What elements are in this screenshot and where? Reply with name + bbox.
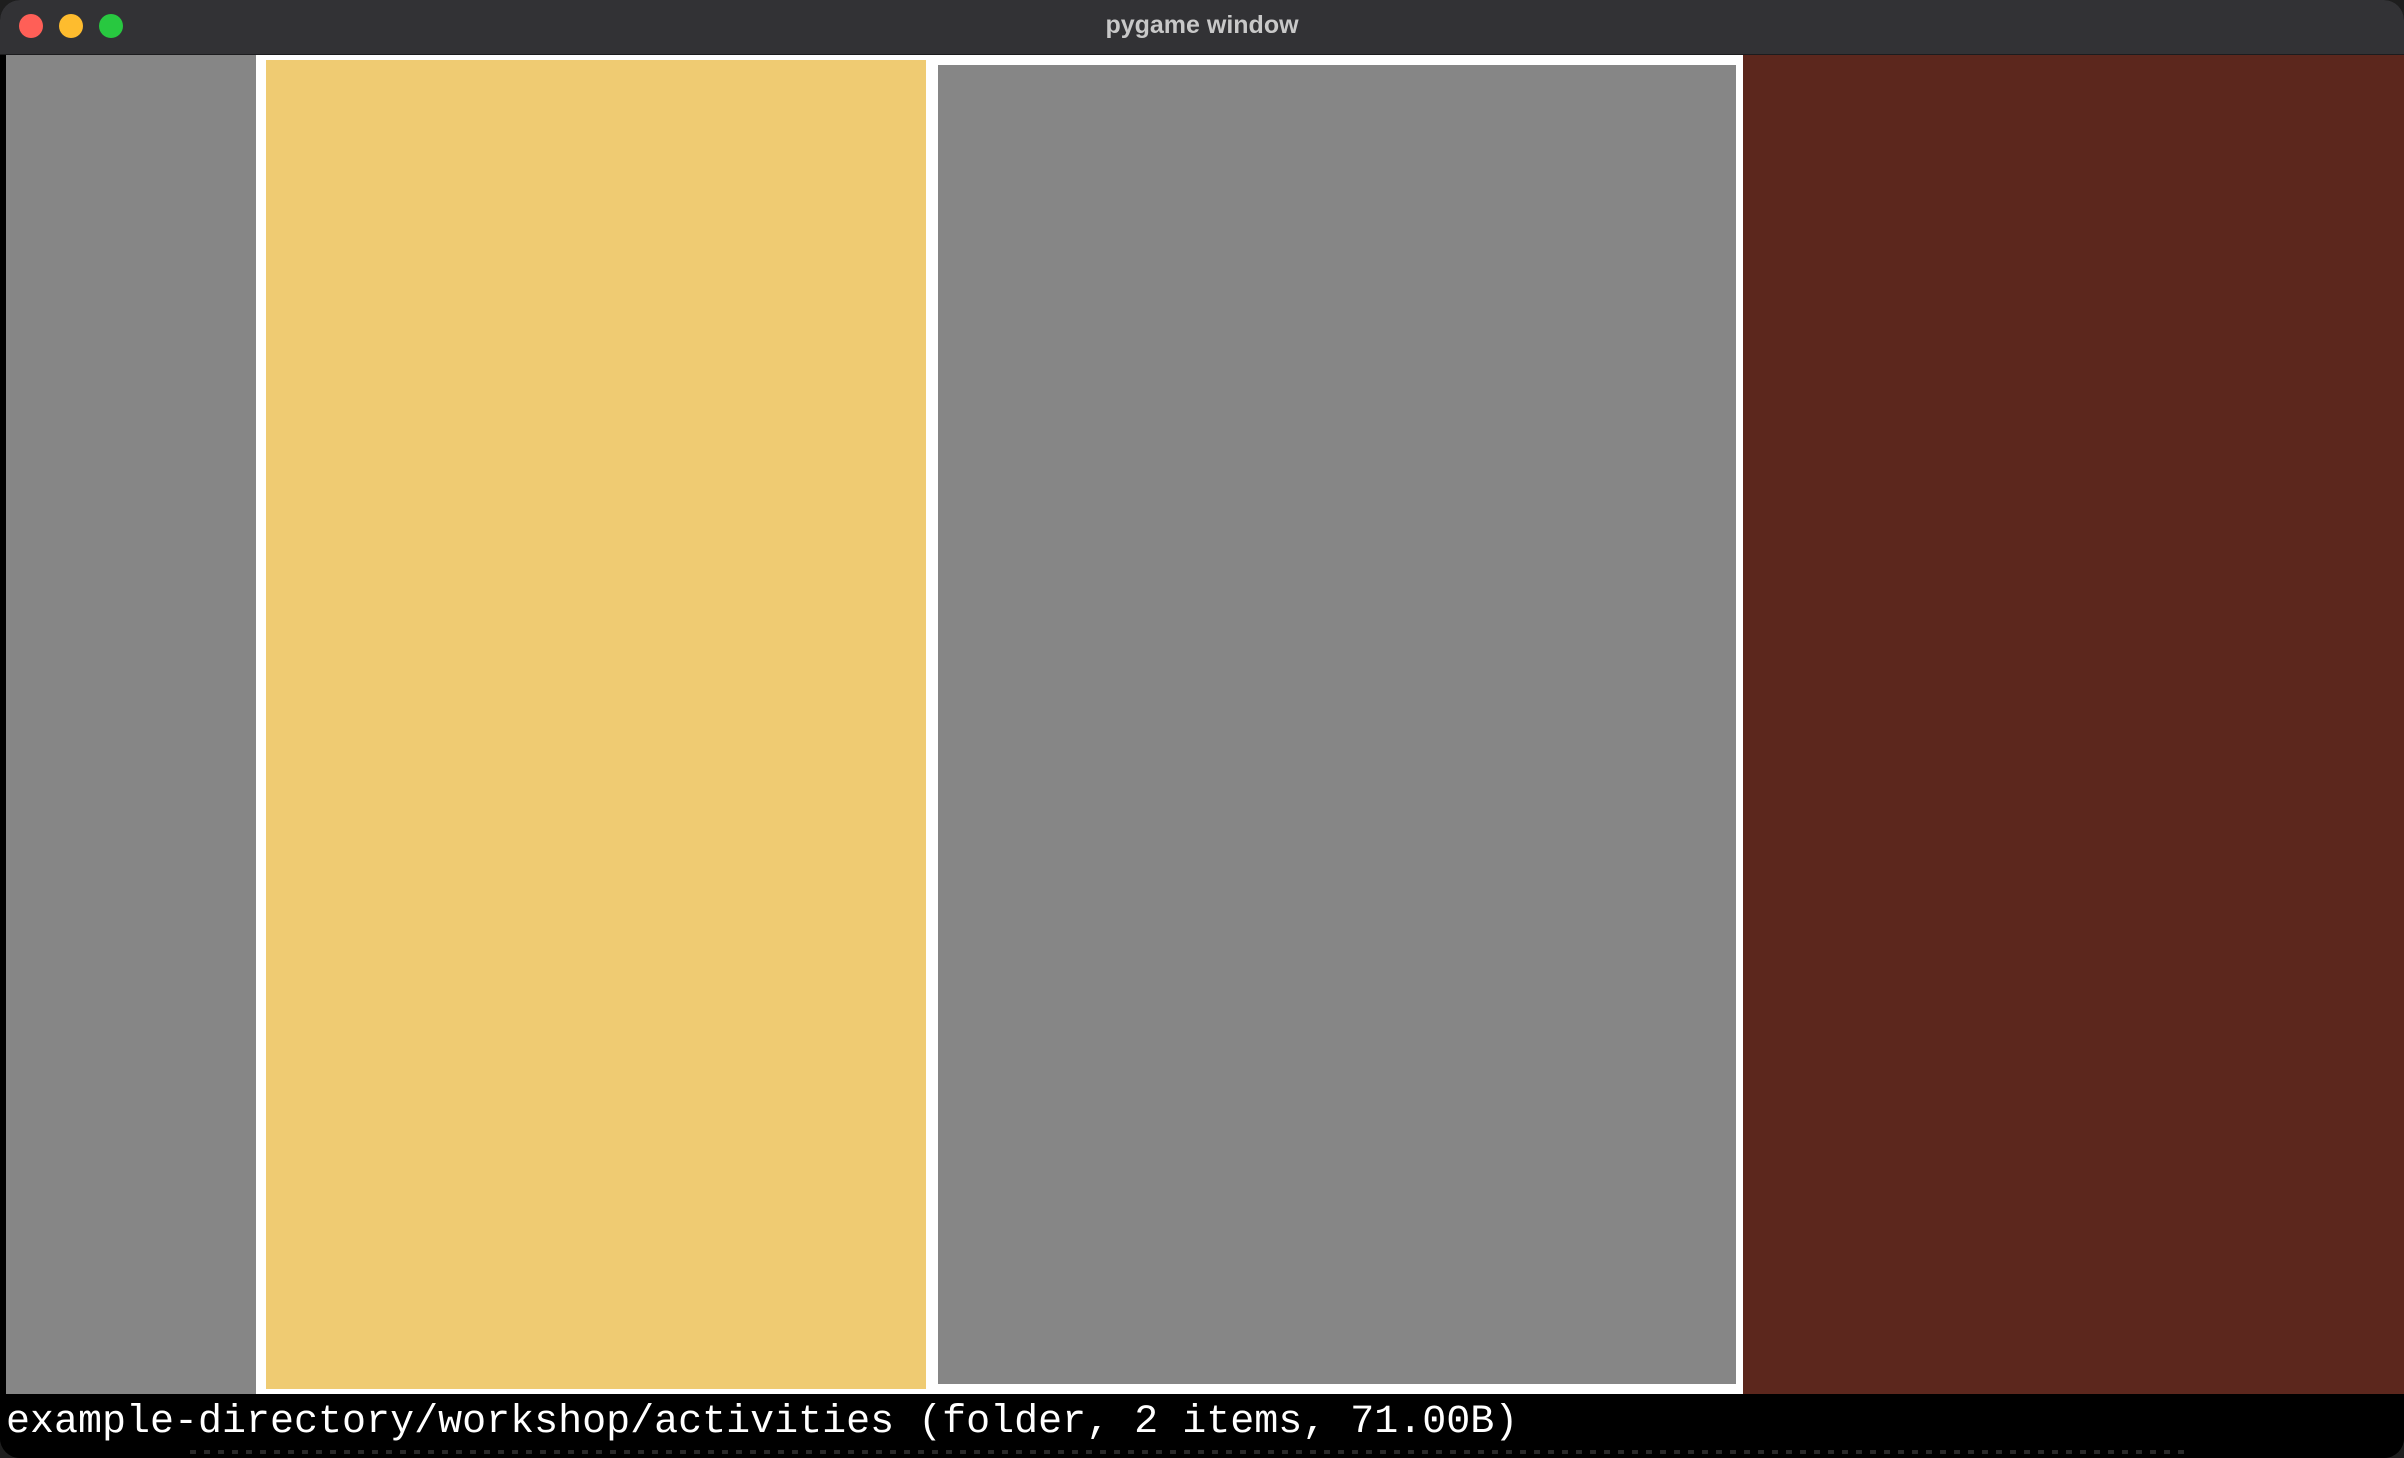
treemap-selected-folder[interactable] bbox=[256, 55, 1743, 1394]
status-underline-artifact bbox=[190, 1450, 2190, 1454]
treemap-tile-yellow[interactable] bbox=[266, 60, 926, 1389]
status-path-text: example-directory/workshop/activities (f… bbox=[6, 1400, 1519, 1445]
title-bar[interactable]: pygame window bbox=[0, 0, 2404, 55]
treemap-tile-gray-left[interactable] bbox=[6, 55, 256, 1394]
status-bar: example-directory/workshop/activities (f… bbox=[0, 1394, 2404, 1458]
treemap-canvas[interactable] bbox=[6, 55, 2404, 1394]
treemap-tile-brown[interactable] bbox=[1743, 55, 2404, 1394]
treemap-tile-gray-middle[interactable] bbox=[938, 65, 1736, 1384]
window-title: pygame window bbox=[1105, 11, 1299, 39]
pygame-window: pygame window example-directory/workshop… bbox=[0, 0, 2404, 1458]
